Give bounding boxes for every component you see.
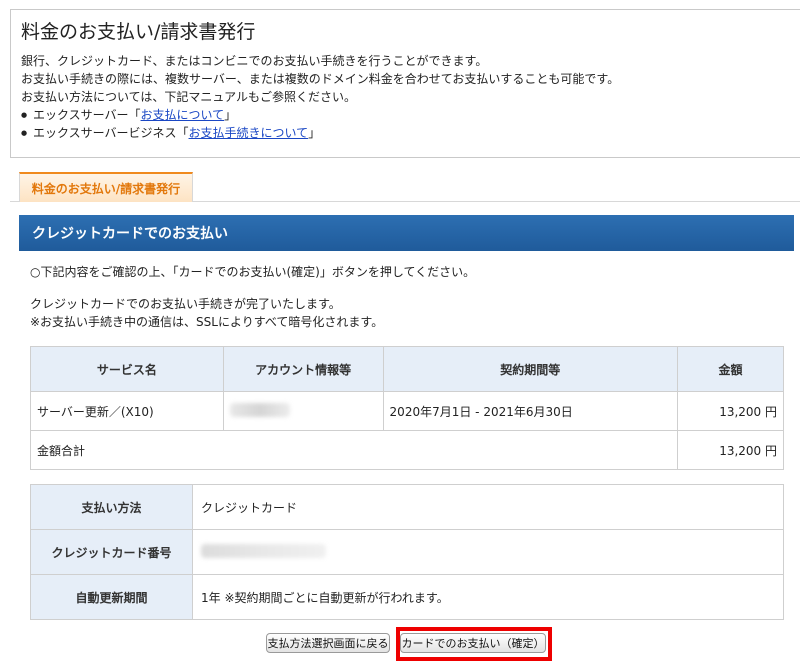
table-row: 支払い方法 クレジットカード — [30, 484, 784, 530]
manual-link-xserver-business[interactable]: お支払手続きについて — [189, 126, 309, 140]
manual-link-xserver[interactable]: お支払について — [141, 108, 225, 122]
contract-period: 2020年7月1日 - 2021年6月30日 — [382, 391, 679, 431]
completion-note: クレジットカードでのお支払い手続きが完了いたします。 — [30, 297, 341, 311]
payment-table: 支払い方法 クレジットカード クレジットカード番号 自動更新期間 1年 ※契約期… — [30, 484, 784, 620]
total-row: 金額合計 13,200 円 — [29, 430, 784, 470]
ssl-note: ※お支払い手続き中の通信は、SSLによりすべて暗号化されます。 — [30, 315, 384, 329]
intro-text: 銀行、クレジットカード、またはコンビニでのお支払い手続きを行うことができます。 — [21, 54, 488, 68]
column-header: サービス名 — [30, 346, 224, 392]
column-header: 金額 — [677, 346, 784, 392]
card-number-value — [192, 529, 784, 575]
confirm-payment-button[interactable]: カードでのお支払い（確定） — [400, 633, 546, 653]
total-label: 金額合計 — [29, 430, 679, 470]
table-row: サーバー更新／(X10) 2020年7月1日 - 2021年6月30日 13,2… — [30, 391, 784, 431]
table-row: 自動更新期間 1年 ※契約期間ごとに自動更新が行われます。 — [30, 574, 784, 620]
redacted-account — [229, 402, 290, 417]
back-button[interactable]: 支払方法選択画面に戻る — [266, 633, 390, 653]
payment-method-label: 支払い方法 — [30, 484, 193, 530]
manual-link-list: エックスサーバー「お支払について」 エックスサーバービジネス「お支払手続きについ… — [21, 106, 790, 142]
page-title: 料金のお支払い/請求書発行 — [21, 21, 256, 43]
table-row: クレジットカード番号 — [30, 529, 784, 575]
intro-text: お支払い手続きの際には、複数サーバー、または複数のドメイン料金を合わせてお支払い… — [21, 72, 620, 86]
intro-panel: 料金のお支払い/請求書発行 銀行、クレジットカード、またはコンビニでのお支払い手… — [10, 9, 800, 158]
service-name: サーバー更新／(X10) — [30, 391, 224, 431]
manual-link-item: エックスサーバービジネス「お支払手続きについて」 — [21, 124, 790, 142]
total-amount: 13,200 円 — [677, 430, 784, 470]
intro-text: お支払い方法については、下記マニュアルもご参照ください。 — [21, 90, 357, 104]
redacted-card-number — [201, 543, 326, 558]
manual-link-item: エックスサーバー「お支払について」 — [21, 106, 790, 124]
column-header: アカウント情報等 — [222, 346, 384, 392]
payment-method-value: クレジットカード — [192, 484, 784, 530]
card-number-label: クレジットカード番号 — [30, 529, 193, 575]
section-title: クレジットカードでのお支払い — [19, 215, 794, 251]
tab-payment-invoice[interactable]: 料金のお支払い/請求書発行 — [19, 172, 193, 202]
auto-renew-label: 自動更新期間 — [30, 574, 193, 620]
amount: 13,200 円 — [677, 391, 784, 431]
auto-renew-value: 1年 ※契約期間ごとに自動更新が行われます。 — [192, 574, 784, 620]
instruction-text: ○下記内容をご確認の上、「カードでのお支払い(確定)」ボタンを押してください。 — [30, 265, 476, 279]
service-table: サービス名 アカウント情報等 契約期間等 金額 サーバー更新／(X10) 202… — [29, 346, 784, 470]
account-info — [222, 391, 384, 431]
column-header: 契約期間等 — [382, 346, 679, 392]
